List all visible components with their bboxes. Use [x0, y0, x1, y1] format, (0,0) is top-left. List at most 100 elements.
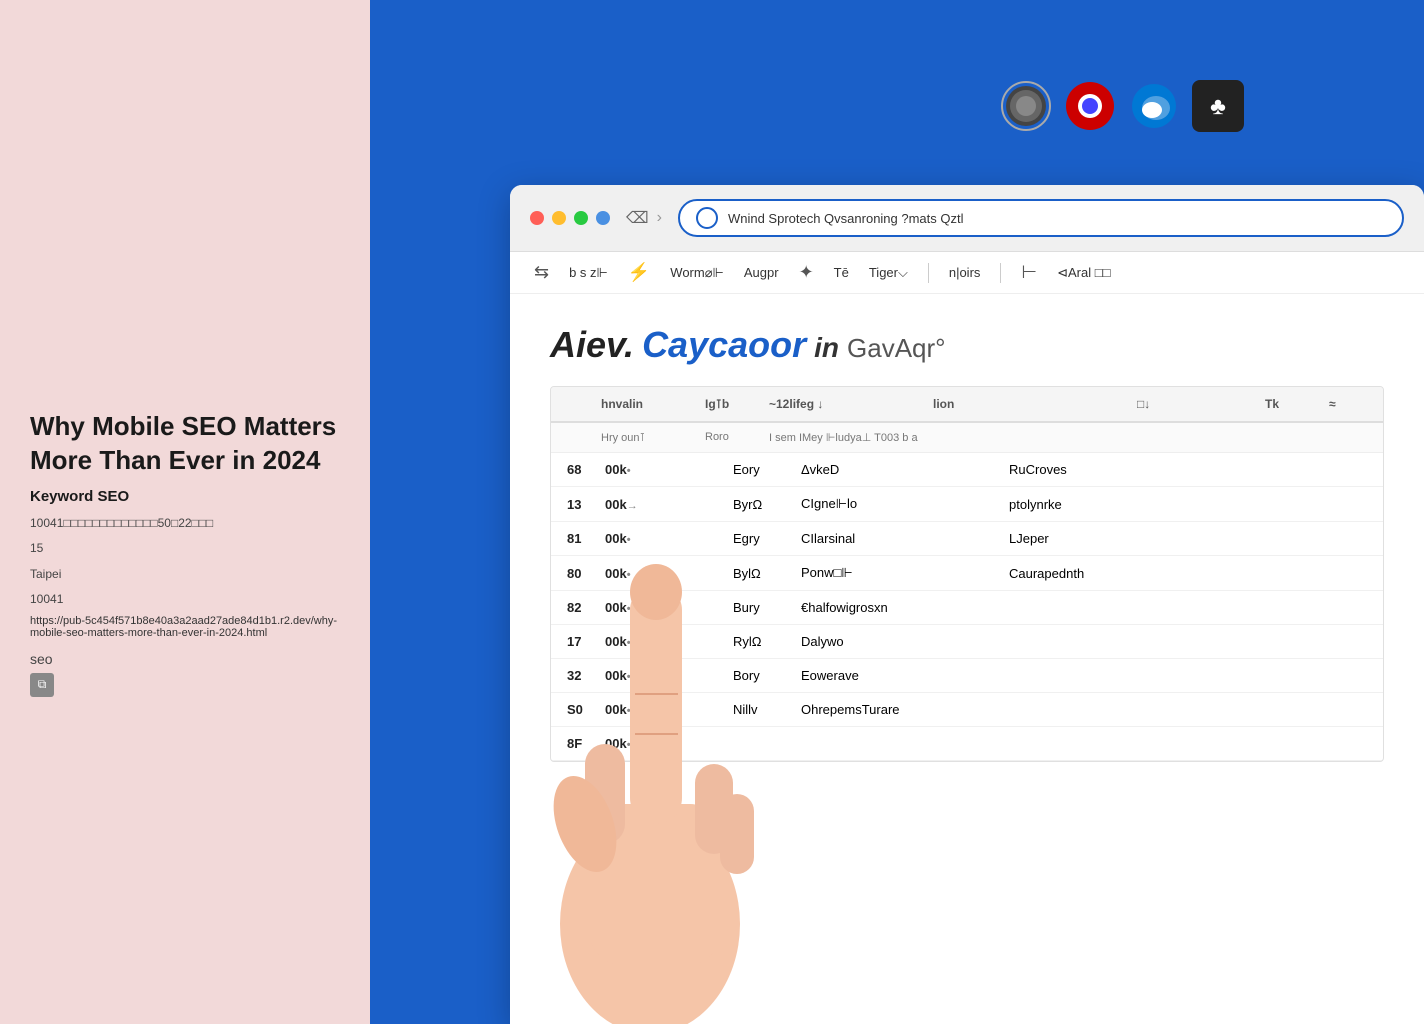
row-col3: €halfowigrosxn — [801, 600, 1001, 615]
toolbar-item-aral[interactable]: ⊲Aral □□ — [1057, 265, 1110, 281]
browser-chrome-bar: ⌫ › Wnind Sprotech Qvsanroning ?mats Qzt… — [510, 185, 1424, 252]
col-header-2[interactable]: Ig⊺b — [705, 397, 765, 411]
row-col3: CIgne⊩lo — [801, 496, 1001, 512]
meta-line-1: 10041□□□□□□□□□□□□□50□22□□□ — [30, 513, 340, 535]
table-row[interactable]: 32 00k• Bory Eowerave — [551, 659, 1383, 693]
col-header-8[interactable]: ≈ — [1329, 397, 1383, 411]
toolbar-item-nloirs[interactable]: n|oirs — [949, 265, 981, 280]
row-rank: 8F — [567, 736, 597, 751]
row-vol: 00k• — [605, 462, 725, 477]
row-rank: 32 — [567, 668, 597, 683]
edge-icon[interactable] — [1128, 80, 1180, 132]
traffic-lights — [530, 211, 610, 225]
meta-line-4: 10041 — [30, 589, 340, 611]
row-col3: CIlarsinal — [801, 531, 1001, 546]
row-col3: Eowerave — [801, 668, 1001, 683]
row-vol: 00k• — [605, 736, 725, 751]
table-row[interactable]: 68 00k• Eory ΔvkeD RuCroves — [551, 453, 1383, 487]
sub-col-1: Hry oun⊺ — [601, 431, 701, 444]
row-col2: ByrΩ — [733, 497, 793, 512]
row-rank: 81 — [567, 531, 597, 546]
toolbar-item-1[interactable]: b s z⊩ — [569, 265, 608, 281]
left-panel: Why Mobile SEO Matters More Than Ever in… — [0, 0, 370, 1024]
minimize-button[interactable] — [552, 211, 566, 225]
row-col3: Dalywo — [801, 634, 1001, 649]
back-button[interactable]: ⌫ — [626, 208, 649, 228]
row-rank: S0 — [567, 702, 597, 717]
table-header: hnvalin Ig⊺b ~12lifeg ↓ lion □↓ Tk ≈ Exc… — [551, 387, 1383, 423]
browser-window: ⌫ › Wnind Sprotech Qvsanroning ?mats Qzt… — [510, 185, 1424, 1024]
page-title-part4: GavAqr° — [847, 333, 946, 364]
toolbar-divider-1 — [928, 263, 929, 283]
row-col4: RuCroves — [1009, 462, 1289, 477]
table-row[interactable]: 17 00k• RylΩ Dalywo — [551, 625, 1383, 659]
browser-toolbar: ⇆ b s z⊩ ⚡ Worm⌀⊩ Augpr ✦ Tē Tiger⌵ n|oi… — [510, 252, 1424, 294]
row-col3: ΔvkeD — [801, 462, 1001, 477]
table-row[interactable]: S0 00k• Nillv OhrepemsTurare — [551, 693, 1383, 727]
row-vol: 00k• — [605, 600, 725, 615]
svg-text:♣: ♣ — [1210, 93, 1226, 120]
right-panel: ♣ ⌫ › Wnind Sprotech Qvsanroning ?mats Q… — [370, 0, 1424, 1024]
chrome-icon[interactable] — [1064, 80, 1116, 132]
nav-buttons: ⌫ › — [626, 208, 662, 228]
table-row[interactable]: 8F 00k• — [551, 727, 1383, 761]
data-table: hnvalin Ig⊺b ~12lifeg ↓ lion □↓ Tk ≈ Exc… — [550, 386, 1384, 762]
toolbar-divider-2 — [1000, 263, 1001, 283]
row-vol: 00k• — [605, 531, 725, 546]
browser-icons-row: ♣ — [1000, 80, 1244, 132]
article-url: https://pub-5c454f571b8e40a3a2aad27ade84… — [30, 615, 340, 639]
row-rank: 68 — [567, 462, 597, 477]
col-header-7[interactable]: Tk — [1265, 397, 1325, 411]
row-vol: 00k• — [605, 702, 725, 717]
address-circle-icon — [696, 207, 718, 229]
table-row[interactable]: 80 00k• BylΩ Ponw□⊩ Caurapednth — [551, 556, 1383, 591]
row-vol: 00k→ — [605, 497, 725, 512]
copy-icon[interactable]: ⧉ — [30, 673, 54, 697]
seo-label: seo — [30, 651, 340, 667]
table-row[interactable]: 13 00k→ ByrΩ CIgne⊩lo ptolynrke — [551, 487, 1383, 522]
table-subheader: Hry oun⊺ Roro I sem IMey ⊩ludya⊥ T003 b … — [551, 423, 1383, 453]
row-rank: 82 — [567, 600, 597, 615]
col-header-5[interactable]: □↓ — [1137, 397, 1217, 411]
row-col2: Nillv — [733, 702, 793, 717]
row-col4: ptolynrke — [1009, 497, 1289, 512]
col-header-4[interactable]: lion — [933, 397, 1133, 411]
sub-col-0 — [567, 431, 597, 444]
col-header-3[interactable]: ~12lifeg ↓ — [769, 397, 929, 411]
toolbar-item-tiger[interactable]: Tiger⌵ — [869, 265, 908, 281]
col-header-1[interactable]: hnvalin — [601, 397, 701, 411]
row-col2: Bory — [733, 668, 793, 683]
address-bar[interactable]: Wnind Sprotech Qvsanroning ?mats Qztl — [678, 199, 1404, 237]
sub-col-3: I sem IMey ⊩ludya⊥ T003 b a — [769, 431, 929, 444]
row-col2: Eory — [733, 462, 793, 477]
row-rank: 13 — [567, 497, 597, 512]
sub-col-4 — [933, 431, 1383, 444]
row-vol: 00k• — [605, 566, 725, 581]
row-col3: Ponw□⊩ — [801, 565, 1001, 581]
keyword-label: Keyword SEO — [30, 488, 340, 505]
page-title-part2: Caycaoor — [642, 324, 806, 366]
row-col2: RylΩ — [733, 634, 793, 649]
meta-line-2: 15 — [30, 538, 340, 560]
opera-icon[interactable]: ♣ — [1192, 80, 1244, 132]
table-row[interactable]: 81 00k• Egry CIlarsinal LJeper — [551, 522, 1383, 556]
forward-button[interactable]: › — [657, 209, 662, 227]
row-rank: 80 — [567, 566, 597, 581]
toolbar-swap-icon[interactable]: ⇆ — [534, 262, 549, 283]
row-col4: Caurapednth — [1009, 566, 1289, 581]
table-row[interactable]: 82 00k• Bury €halfowigrosxn — [551, 591, 1383, 625]
toolbar-item-te[interactable]: Tē — [834, 265, 849, 280]
page-title-part1: Aiev. — [550, 324, 634, 366]
firefox-icon[interactable] — [1000, 80, 1052, 132]
row-col4: LJeper — [1009, 531, 1289, 546]
browser-content: Aiev. Caycaoor in GavAqr° hnvalin Ig⊺b ~… — [510, 294, 1424, 782]
page-title: Aiev. Caycaoor in GavAqr° — [550, 324, 1384, 366]
sub-col-2: Roro — [705, 431, 765, 444]
toolbar-star-icon[interactable]: ✦ — [799, 262, 814, 283]
row-col2: Bury — [733, 600, 793, 615]
toolbar-link-icon[interactable]: ⚡ — [628, 262, 650, 283]
toolbar-item-augpr[interactable]: Augpr — [744, 265, 779, 280]
toolbar-item-worm[interactable]: Worm⌀⊩ — [670, 265, 724, 281]
maximize-button[interactable] — [574, 211, 588, 225]
close-button[interactable] — [530, 211, 544, 225]
